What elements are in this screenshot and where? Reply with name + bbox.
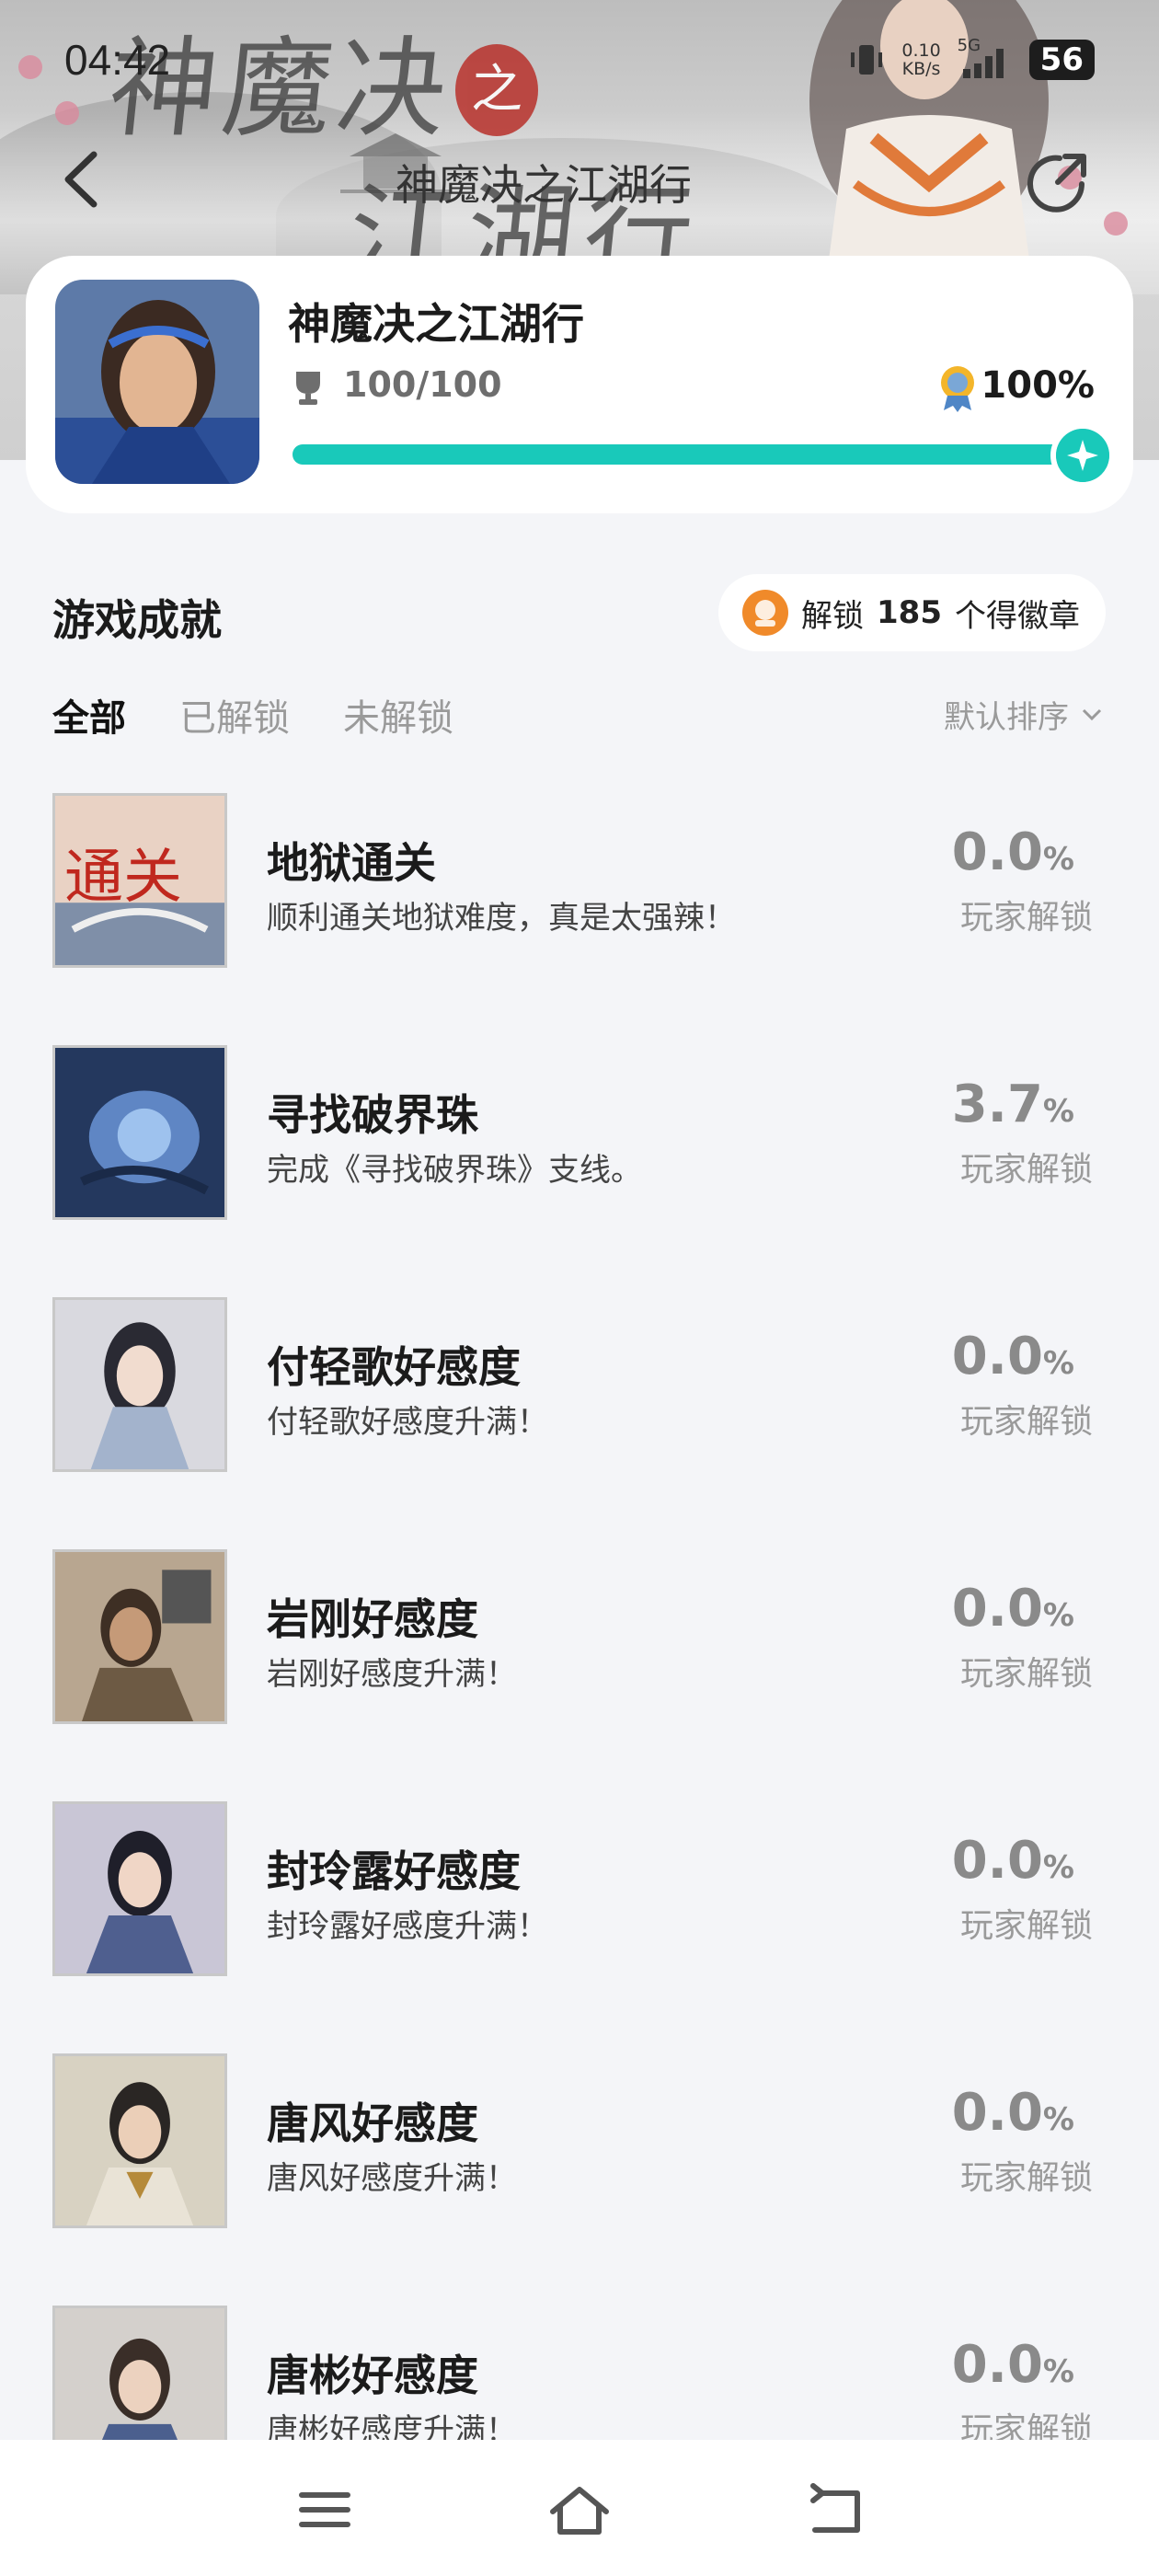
signal-icon: 5G (958, 36, 1013, 80)
achievement-row[interactable]: 唐风好感度 唐风好感度升满！ 0.0% 玩家解锁 (0, 2053, 1159, 2306)
unlock-rate: 0.0% (951, 2335, 1074, 2395)
chevron-down-icon (1082, 708, 1102, 720)
achievement-image (52, 1549, 227, 1724)
completion-percent: 100% (981, 364, 1095, 407)
tab-all[interactable]: 全部 (52, 688, 126, 742)
unlock-rate: 0.0% (951, 1579, 1074, 1639)
net-speed: 0.10 KB/s (901, 40, 941, 79)
achievement-row[interactable]: 付轻歌好感度 付轻歌好感度升满！ 0.0% 玩家解锁 (0, 1297, 1159, 1549)
sort-dropdown[interactable]: 默认排序 (944, 692, 1106, 737)
achievement-progress: 100/100 (343, 364, 502, 405)
achievement-desc: 唐风好感度升满！ (267, 2160, 517, 2197)
home-icon[interactable] (547, 2482, 612, 2537)
achievement-title: 地狱通关 (267, 838, 436, 888)
page-title: 神魔决之江湖行 (396, 160, 692, 210)
share-icon[interactable] (1021, 145, 1095, 219)
achievement-list: 通关 地狱通关 顺利通关地狱难度，真是太强辣！ 0.0% 玩家解锁 寻找破界珠 … (0, 793, 1159, 2558)
tab-locked[interactable]: 未解锁 (343, 688, 453, 742)
unlock-prefix: 解锁 (801, 597, 865, 635)
section-title: 游戏成就 (52, 595, 222, 645)
achievement-title: 唐彬好感度 (267, 2351, 478, 2400)
medal-icon (941, 366, 974, 412)
achievement-title: 岩刚好感度 (267, 1594, 478, 1644)
unlock-rate-label: 玩家解锁 (959, 1907, 1093, 1945)
achievement-title: 唐风好感度 (267, 2099, 478, 2148)
unlock-rate-label: 玩家解锁 (959, 1403, 1093, 1441)
achievement-desc: 付轻歌好感度升满！ (267, 1404, 548, 1441)
back-nav-icon[interactable] (804, 2482, 868, 2537)
achievement-image (52, 1297, 227, 1472)
status-time: 04:42 (64, 36, 171, 84)
achievement-row[interactable]: 通关 地狱通关 顺利通关地狱难度，真是太强辣！ 0.0% 玩家解锁 (0, 793, 1159, 1045)
sort-label: 默认排序 (944, 699, 1069, 736)
achievement-desc: 岩刚好感度升满！ (267, 1656, 517, 1693)
filter-tabs: 全部 已解锁 未解锁 (52, 688, 453, 742)
status-icons: 0.10 KB/s 5G 56 (848, 36, 1095, 83)
system-nav-bar (0, 2440, 1159, 2576)
achievement-image (52, 2053, 227, 2228)
unlock-rate-label: 玩家解锁 (959, 2159, 1093, 2197)
achievement-row[interactable]: 封玲露好感度 封玲露好感度升满！ 0.0% 玩家解锁 (0, 1801, 1159, 2053)
progress-bar-fill (293, 444, 1084, 465)
achievement-image-text: 通关 (64, 844, 182, 912)
unlock-suffix: 个得徽章 (955, 597, 1080, 635)
achievement-desc: 完成《寻找破界珠》支线。 (267, 1152, 642, 1189)
achievement-row[interactable]: 岩刚好感度 岩刚好感度升满！ 0.0% 玩家解锁 (0, 1549, 1159, 1801)
progress-star-icon (1056, 429, 1109, 482)
achievement-row[interactable]: 寻找破界珠 完成《寻找破界珠》支线。 3.7% 玩家解锁 (0, 1045, 1159, 1297)
game-summary-card[interactable]: 神魔决之江湖行 100/100 100% (26, 256, 1133, 513)
unlock-rate-label: 玩家解锁 (959, 899, 1093, 937)
badge-unlock-pill[interactable]: 解锁 185 个得徽章 (718, 574, 1106, 651)
achievement-title: 付轻歌好感度 (267, 1342, 521, 1392)
unlock-rate: 0.0% (951, 2083, 1074, 2143)
achievement-desc: 顺利通关地狱难度，真是太强辣！ (267, 900, 736, 937)
unlock-rate: 0.0% (951, 1327, 1074, 1386)
battery-indicator: 56 (1028, 40, 1095, 80)
unlock-rate: 0.0% (951, 1831, 1074, 1891)
back-icon[interactable] (55, 147, 110, 212)
trophy-icon (296, 372, 320, 405)
achievement-image (52, 1801, 227, 1976)
unlock-rate-label: 玩家解锁 (959, 1151, 1093, 1189)
tab-unlocked[interactable]: 已解锁 (179, 688, 290, 742)
status-bar: 04:42 0.10 KB/s 5G 56 (0, 0, 1159, 110)
achievement-title: 封玲露好感度 (267, 1846, 521, 1896)
menu-icon[interactable] (293, 2482, 357, 2537)
game-name: 神魔决之江湖行 (288, 299, 584, 349)
unlock-rate-label: 玩家解锁 (959, 1655, 1093, 1693)
achievement-title: 寻找破界珠 (267, 1090, 478, 1140)
completion-progress-bar (293, 444, 1084, 465)
vibrate-icon (851, 45, 883, 75)
unlock-count: 185 (877, 594, 942, 631)
achievement-image (52, 1045, 227, 1220)
achievement-desc: 封玲露好感度升满！ (267, 1908, 548, 1945)
badge-icon (742, 590, 789, 636)
unlock-rate: 3.7% (951, 1075, 1074, 1134)
game-cover (55, 280, 259, 484)
unlock-rate: 0.0% (951, 822, 1074, 882)
